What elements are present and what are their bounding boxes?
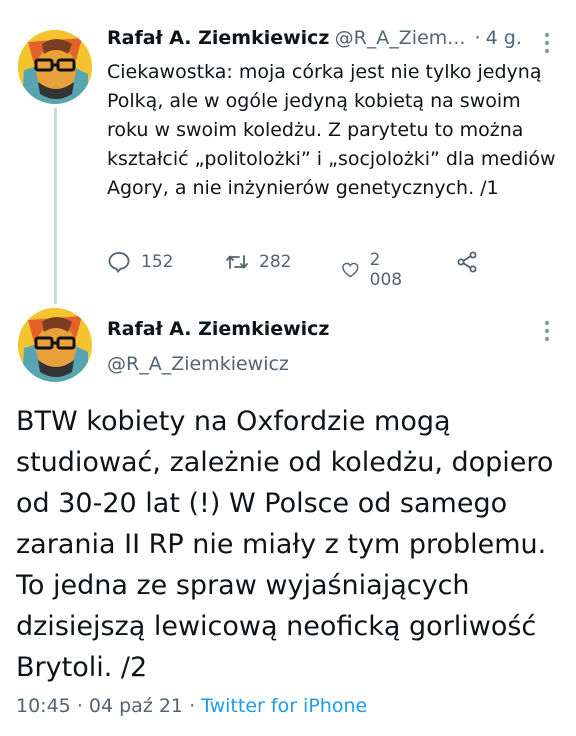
tweet-meta: 10:45 · 04 paź 21 · Twitter for iPhone xyxy=(16,695,367,717)
avatar-image-icon xyxy=(18,308,92,382)
author-name[interactable]: Rafał A. Ziemkiewicz xyxy=(107,27,330,49)
tweet-source-link[interactable]: Twitter for iPhone xyxy=(201,695,367,717)
like-count: 2 008 xyxy=(369,250,403,290)
avatar[interactable] xyxy=(18,308,92,382)
thread-line xyxy=(54,108,57,304)
meta-separator: · xyxy=(76,695,83,717)
like-button[interactable]: 2 008 xyxy=(341,250,407,290)
retweet-count: 282 xyxy=(259,252,292,272)
tweet-text: BTW kobiety na Oxfordzie mogą studiować,… xyxy=(16,406,554,683)
reply-button[interactable]: 152 xyxy=(107,250,173,274)
author-handle[interactable]: @R_A_Ziemkiewicz xyxy=(107,353,289,375)
share-button[interactable] xyxy=(455,250,489,274)
tweet-time[interactable]: 4 g. xyxy=(486,27,522,49)
tweet-time[interactable]: 10:45 xyxy=(16,695,71,717)
author-handle[interactable]: @R_A_Ziem... xyxy=(335,27,466,49)
time-separator: · xyxy=(474,27,481,49)
author-name[interactable]: Rafał A. Ziemkiewicz xyxy=(107,318,330,340)
retweet-button[interactable]: 282 xyxy=(225,250,291,274)
tweet-text: Ciekawostka: moja córka jest nie tylko j… xyxy=(107,61,556,199)
more-options-icon[interactable] xyxy=(542,32,552,54)
tweet-date[interactable]: 04 paź 21 xyxy=(89,695,183,717)
more-options-icon[interactable] xyxy=(542,320,552,342)
reply-count: 152 xyxy=(141,252,174,272)
retweet-icon xyxy=(226,255,248,269)
avatar-image-icon xyxy=(18,30,92,104)
reply-icon xyxy=(108,252,130,274)
meta-separator: · xyxy=(189,695,196,717)
avatar[interactable] xyxy=(18,30,92,104)
share-icon xyxy=(457,251,477,273)
tweet1-header: Rafał A. Ziemkiewicz @R_A_Ziem... · 4 g. xyxy=(107,27,527,49)
heart-icon xyxy=(342,262,359,278)
